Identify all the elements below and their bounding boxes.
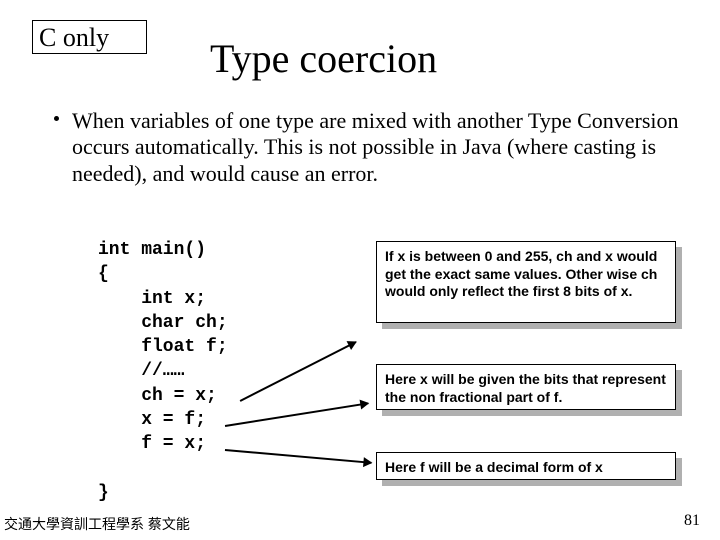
code-block: int main() { int x; char ch; float f; //… bbox=[98, 238, 228, 505]
arrow-icon bbox=[240, 341, 357, 401]
footer-text: 交通大學資訓工程學系 蔡文能 bbox=[4, 514, 190, 534]
main-bullet: When variables of one type are mixed wit… bbox=[72, 108, 680, 187]
note-box-1: If x is between 0 and 255, ch and x woul… bbox=[376, 241, 676, 323]
page-number: 81 bbox=[684, 512, 700, 530]
arrow-icon bbox=[225, 449, 372, 463]
bullet-text: When variables of one type are mixed wit… bbox=[72, 108, 679, 186]
note-box-2: Here x will be given the bits that repre… bbox=[376, 364, 676, 410]
slide-title: Type coercion bbox=[210, 35, 437, 82]
note-box-3: Here f will be a decimal form of x bbox=[376, 452, 676, 480]
bullet-dot bbox=[54, 116, 59, 121]
arrow-icon bbox=[225, 402, 368, 426]
language-badge: C only bbox=[32, 20, 147, 54]
